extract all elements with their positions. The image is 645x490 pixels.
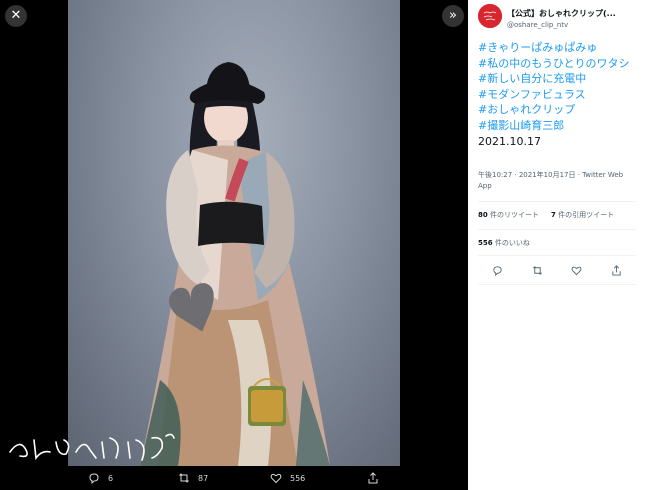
like-count: 556 [290,473,306,483]
reply-icon [89,473,99,484]
tweet-timestamp[interactable]: 午後10:27 · 2021年10月17日 · Twitter Web App [478,170,636,192]
panel-like-button[interactable] [571,265,582,276]
hashtag-link[interactable]: #きゃりーぱみゅぱみゅ [478,40,638,56]
quotes-count: 7 [550,211,556,219]
retweets-stat[interactable]: 80 件のリツイート [478,210,539,220]
retweet-button[interactable]: 87 [178,466,208,490]
quotes-label: 件の引用ツイート [558,211,615,219]
retweet-icon [179,473,189,483]
panel-share-button[interactable] [611,264,622,276]
divider [478,284,636,285]
tweet-action-bar [478,262,636,278]
divider [478,255,636,256]
hashtag-link[interactable]: #撮影山崎育三郎 [478,118,638,134]
divider [478,201,636,202]
retweet-count: 87 [198,473,209,483]
likes-label: 件のいいね [494,239,530,247]
retweets-count: 80 [478,211,488,219]
heart-icon [571,266,582,275]
hashtag-link[interactable]: #新しい自分に充電中 [478,71,638,87]
likes-count: 556 [478,239,493,247]
avatar[interactable] [478,4,502,28]
hashtag-link[interactable]: #モダンファビュラス [478,87,638,103]
reply-count: 6 [108,473,114,483]
tweet-date-text: 2021.10.17 [478,135,541,148]
toggle-panel-button[interactable]: » [442,5,464,27]
panel-reply-button[interactable] [492,265,503,276]
likes-stat[interactable]: 556 件のいいね [478,239,530,247]
double-chevron-right-icon: » [449,8,457,23]
hashtag-link[interactable]: #おしゃれクリップ [478,102,638,118]
tweet-photo[interactable] [68,0,400,466]
hashtag-link[interactable]: #私の中のもうひとりのワタシ [478,56,638,72]
retweet-stats: 80 件のリツイート 7 件の引用ツイート [478,210,614,220]
share-icon [612,264,621,276]
user-handle: @oshare_clip_ntv [507,20,569,29]
like-stats: 556 件のいいね [478,238,530,248]
share-icon [368,472,378,484]
like-button[interactable]: 556 [270,466,305,490]
share-button[interactable] [367,466,379,490]
panel-retweet-button[interactable] [532,265,543,276]
close-viewer-button[interactable]: ✕ [5,5,27,27]
reply-icon [493,265,502,276]
tweet-panel: 【公式】おしゃれクリップ(... @oshare_clip_ntv #きゃりーぱ… [468,0,645,490]
divider [478,229,636,230]
close-icon: ✕ [10,8,22,23]
display-name: 【公式】おしゃれクリップ(... [507,8,616,18]
viewer-action-bar: 6 87 556 [0,466,468,490]
watermark-signature [9,433,175,461]
tweet-text: #きゃりーぱみゅぱみゅ #私の中のもうひとりのワタシ #新しい自分に充電中 #モ… [478,40,638,151]
retweets-label: 件のリツイート [489,211,539,219]
author-info[interactable]: 【公式】おしゃれクリップ(... @oshare_clip_ntv [507,4,616,32]
quotes-stat[interactable]: 7 件の引用ツイート [551,210,614,220]
brand-logo [478,4,502,28]
media-viewer-window: ✕ » 6 87 556 【公式】おしゃれクリップ(... @oshare_cl… [0,0,645,490]
image-viewer: ✕ » 6 87 556 [0,0,468,490]
heart-icon [270,473,282,484]
photo-illustration [140,62,330,466]
tweet-header: 【公式】おしゃれクリップ(... @oshare_clip_ntv [478,4,638,32]
reply-button[interactable]: 6 [88,466,113,490]
retweet-icon [532,265,542,275]
